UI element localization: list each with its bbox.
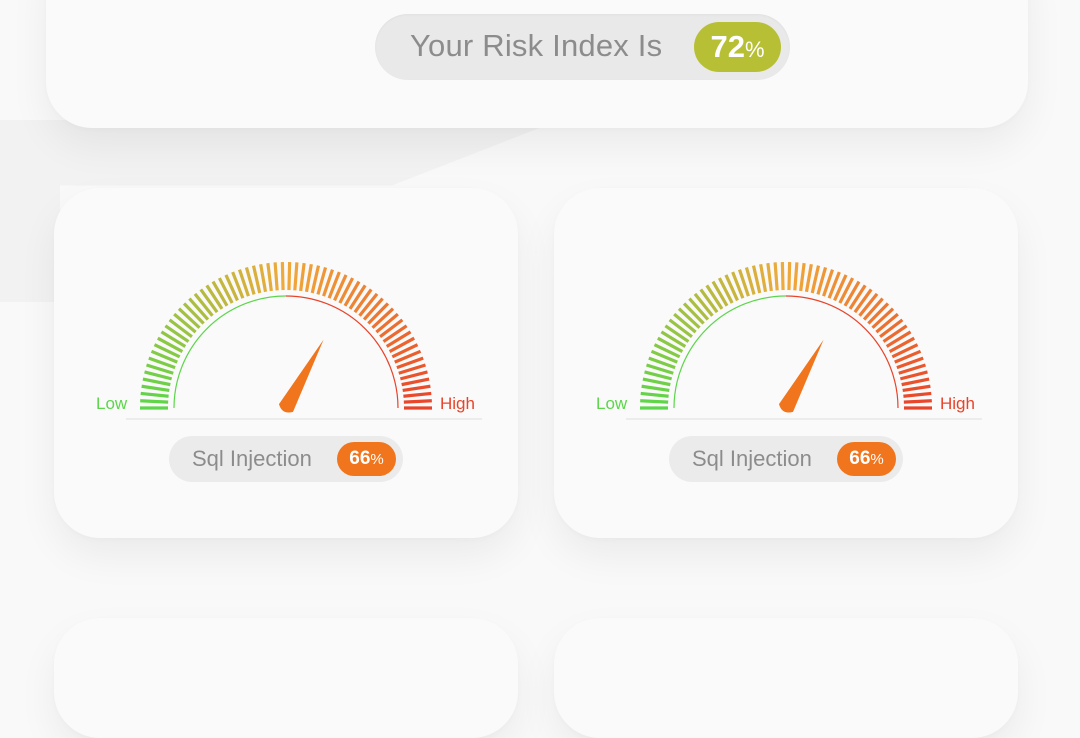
gauge-value-badge: 66%: [337, 442, 396, 476]
risk-index-pill: Your Risk Index Is 72%: [375, 14, 790, 80]
gauge-inner-arc-high: [785, 295, 899, 409]
gauge-tick: [766, 262, 773, 292]
gauge-tick: [787, 262, 792, 291]
gauge-tick: [140, 391, 169, 398]
risk-index-label: Your Risk Index Is: [410, 28, 663, 63]
risk-gauge: [626, 262, 982, 420]
gauge-tick: [843, 280, 861, 307]
gauge-tick: [382, 324, 408, 343]
gauge-low-label: Low: [96, 394, 128, 413]
gauge-value-badge: 66%: [837, 442, 896, 476]
gauge-name: Sql Injection: [192, 446, 312, 471]
gauge-value: 66: [349, 448, 371, 469]
gauge-high-label: High: [940, 394, 975, 413]
gauge-tick: [902, 384, 931, 392]
gauge-card-partial-3: [54, 618, 518, 738]
gauge-tick: [343, 280, 361, 307]
gauge-card-sql-injection-1: Low High Sql Injection 66%: [54, 188, 518, 538]
gauge-unit: %: [370, 451, 384, 468]
gauge-tick: [142, 377, 171, 387]
gauge-high-label: High: [440, 394, 475, 413]
gauge-status-pill: Sql Injection 66%: [169, 436, 403, 482]
risk-index-unit: %: [744, 37, 765, 62]
gauge-tick: [310, 265, 321, 294]
gauge-tick: [664, 324, 690, 343]
gauge-name: Sql Injection: [692, 446, 812, 471]
gauge-card-partial-4: [554, 618, 1018, 738]
gauge-tick: [199, 288, 219, 314]
gauge-ticks: [140, 262, 432, 410]
gauge-tick: [205, 284, 224, 310]
gauge-tick: [403, 399, 432, 404]
gauge-tick: [385, 330, 412, 348]
gauge-unit: %: [870, 451, 884, 468]
gauge-inner-arc-low: [173, 295, 287, 409]
gauge-tick: [164, 324, 190, 343]
risk-index-value: 72: [710, 29, 745, 64]
gauge-tick: [304, 263, 313, 293]
gauge-tick: [640, 391, 669, 398]
gauge-tick: [348, 284, 367, 310]
risk-index-badge: 72%: [694, 22, 781, 72]
gauge-tick: [885, 330, 912, 348]
gauge-tick: [903, 391, 932, 398]
gauge-low-label: Low: [596, 394, 628, 413]
gauge-tick: [810, 265, 821, 294]
gauge-inner-arc-high: [285, 295, 399, 409]
gauge-tick: [641, 384, 670, 392]
risk-gauge: [126, 262, 482, 420]
risk-index-card: Your Risk Index Is 72%: [46, 0, 1028, 128]
gauge-tick: [901, 377, 930, 387]
gauge-tick: [759, 263, 768, 293]
gauge-tick: [251, 265, 262, 294]
gauge-tick: [699, 288, 719, 314]
gauge-card-sql-injection-2: Low High Sql Injection 66%: [554, 188, 1018, 538]
gauge-tick: [293, 262, 299, 291]
gauge-needle: [278, 339, 324, 413]
gauge-tick: [640, 399, 669, 404]
gauge-tick: [403, 391, 432, 398]
gauge-tick: [401, 377, 430, 387]
gauge-tick: [266, 262, 273, 292]
gauge-tick: [882, 324, 908, 343]
gauge-tick: [353, 288, 373, 314]
gauge-tick: [903, 399, 932, 404]
gauge-tick: [141, 384, 170, 392]
gauge-inner-arc-low: [673, 295, 787, 409]
gauge-tick: [711, 280, 729, 307]
gauge-tick: [280, 262, 285, 291]
gauge-tick: [259, 263, 268, 293]
gauge-tick: [804, 263, 813, 293]
gauge-tick: [751, 265, 762, 294]
gauge-tick: [140, 399, 169, 404]
background-band-edge: [0, 180, 60, 302]
gauge-tick: [705, 284, 724, 310]
gauge-tick: [160, 330, 187, 348]
gauge-tick: [773, 262, 779, 291]
gauge-tick: [848, 284, 867, 310]
gauge-tick: [299, 262, 306, 292]
gauge-status-pill: Sql Injection 66%: [669, 436, 903, 482]
gauge-needle: [778, 339, 824, 413]
gauge-ticks: [640, 262, 932, 410]
gauge-tick: [793, 262, 799, 291]
gauge-tick: [799, 262, 806, 292]
gauge-tick: [287, 262, 292, 291]
gauge-value: 66: [849, 448, 871, 469]
gauge-tick: [273, 262, 279, 291]
gauge-tick: [660, 330, 687, 348]
gauge-tick: [211, 280, 229, 307]
gauge-tick: [780, 262, 785, 291]
gauge-tick: [853, 288, 873, 314]
gauge-tick: [402, 384, 431, 392]
gauge-tick: [642, 377, 671, 387]
